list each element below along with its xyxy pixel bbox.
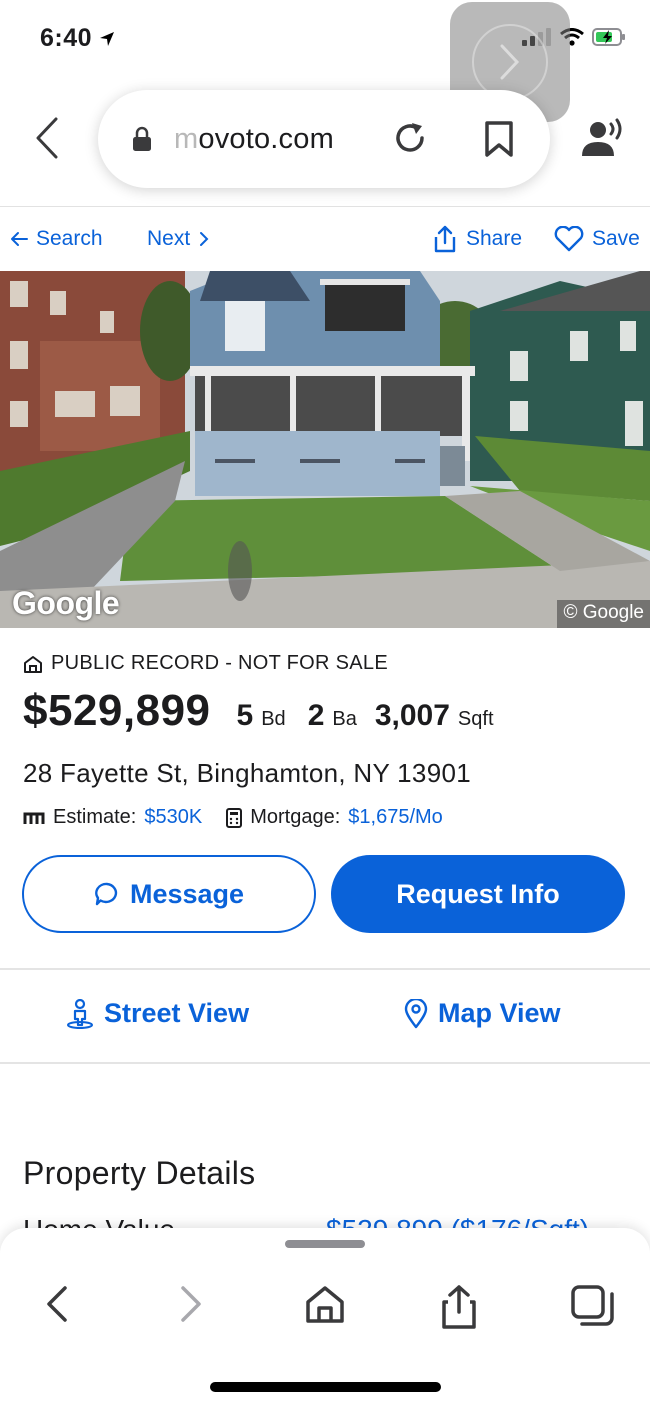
map-view-label: Map View xyxy=(438,998,561,1028)
share-label: Share xyxy=(466,227,523,250)
listing-address: 28 Fayette St, Binghamton, NY 13901 xyxy=(23,758,471,788)
tabs-icon[interactable] xyxy=(570,1284,616,1328)
url-main-text: ovoto.com xyxy=(198,122,334,155)
listing-price: $529,899 xyxy=(23,686,211,735)
mortgage-value-link[interactable]: $1,675/Mo xyxy=(348,806,443,829)
baths-unit: Ba xyxy=(332,708,357,730)
toolbar-handle[interactable] xyxy=(285,1240,365,1248)
message-label: Message xyxy=(129,878,245,909)
save-link[interactable]: Save xyxy=(554,226,640,252)
header-divider xyxy=(0,206,650,207)
public-record-label: PUBLIC RECORD - NOT FOR SALE xyxy=(23,652,388,675)
address-field[interactable]: movoto.com xyxy=(98,90,550,188)
baths-count: 2 xyxy=(307,699,325,732)
record-text: PUBLIC RECORD - NOT FOR SALE xyxy=(51,652,388,674)
street-view-button[interactable]: Street View xyxy=(66,998,249,1029)
google-copyright: © Google xyxy=(557,600,650,628)
pegman-icon xyxy=(66,998,94,1029)
battery-charging-icon xyxy=(592,28,626,46)
lock-icon xyxy=(132,126,152,152)
location-arrow-icon xyxy=(98,30,116,48)
beds-unit: Bd xyxy=(261,708,286,730)
save-label: Save xyxy=(592,227,640,250)
beds-count: 5 xyxy=(236,699,254,732)
movoto-logo-icon xyxy=(23,810,45,826)
estimate-value-link[interactable]: $530K xyxy=(144,806,202,829)
price-row: $529,899 5 Bd 2 Ba 3,007 Sqft xyxy=(23,686,494,736)
home-indicator[interactable] xyxy=(210,1382,441,1392)
toolbar-back-icon[interactable] xyxy=(44,1284,70,1324)
time-text: 6:40 xyxy=(40,24,93,52)
house-outline-icon xyxy=(23,655,43,673)
share-link[interactable]: Share xyxy=(432,225,522,253)
house-street-image xyxy=(0,271,650,628)
request-info-label: Request Info xyxy=(396,878,560,909)
arrow-left-icon xyxy=(10,231,28,247)
reload-icon[interactable] xyxy=(392,120,428,156)
calculator-icon xyxy=(226,807,243,828)
url-faded-text: m xyxy=(174,122,199,155)
google-watermark: Google xyxy=(12,585,120,621)
listing-photo[interactable]: Google © Google xyxy=(0,271,650,628)
share-sheet-icon[interactable] xyxy=(440,1284,478,1330)
mortgage-label: Mortgage: xyxy=(250,806,341,828)
sqft-unit: Sqft xyxy=(457,708,494,730)
listen-voice-icon[interactable] xyxy=(578,118,626,158)
browser-toolbar xyxy=(0,1228,650,1408)
next-label: Next xyxy=(147,227,191,250)
search-label: Search xyxy=(36,227,103,250)
home-icon[interactable] xyxy=(304,1284,346,1324)
message-button[interactable]: Message xyxy=(22,855,316,933)
bookmark-icon[interactable] xyxy=(484,120,514,158)
section-divider-bottom xyxy=(0,1062,650,1064)
status-time: 6:40 xyxy=(40,24,116,53)
browser-url-bar: movoto.com xyxy=(0,88,650,192)
estimate-label: Estimate: xyxy=(53,806,137,828)
sqft-count: 3,007 xyxy=(374,699,450,732)
chat-bubble-icon xyxy=(94,881,120,907)
browser-back-icon[interactable] xyxy=(34,116,60,160)
share-icon xyxy=(432,225,458,253)
map-pin-icon xyxy=(404,998,428,1029)
listing-nav: Search Next Share Save xyxy=(0,208,650,270)
section-divider-top xyxy=(0,968,650,970)
search-link[interactable]: Search xyxy=(10,227,103,251)
url-text: movoto.com xyxy=(174,123,334,156)
heart-icon xyxy=(554,226,584,252)
request-info-button[interactable]: Request Info xyxy=(331,855,625,933)
estimate-row: Estimate: $530K Mortgage: $1,675/Mo xyxy=(23,806,443,829)
property-details-title: Property Details xyxy=(23,1155,256,1191)
street-view-label: Street View xyxy=(104,998,250,1028)
chevron-right-icon xyxy=(499,43,521,81)
toolbar-forward-icon[interactable] xyxy=(178,1284,204,1324)
next-link[interactable]: Next xyxy=(147,227,210,251)
chevron-right-icon xyxy=(198,231,210,247)
map-view-button[interactable]: Map View xyxy=(404,998,561,1029)
